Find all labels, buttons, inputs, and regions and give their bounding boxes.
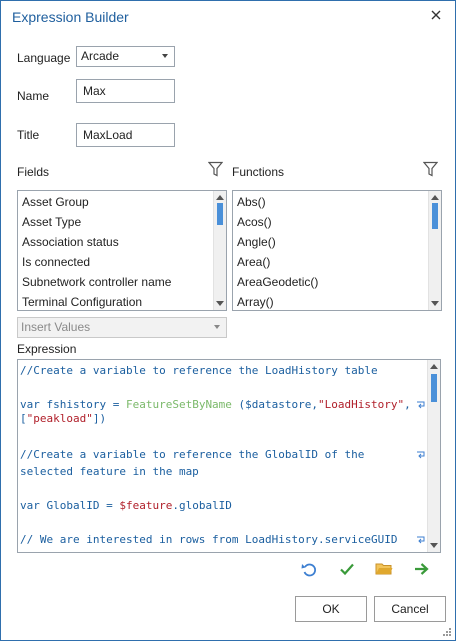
expression-label: Expression xyxy=(17,342,77,356)
code-line: ["peakload"]) xyxy=(20,412,106,426)
list-item[interactable]: Asset Type xyxy=(18,212,226,232)
list-item[interactable]: Acos() xyxy=(233,212,441,232)
scrollbar[interactable] xyxy=(427,360,440,552)
code-token: var GlobalID = xyxy=(20,499,120,512)
scroll-up-icon[interactable] xyxy=(431,195,439,200)
language-value: Arcade xyxy=(81,49,120,63)
scroll-down-icon[interactable] xyxy=(431,301,439,306)
scrollbar-thumb[interactable] xyxy=(432,203,438,229)
scroll-up-icon[interactable] xyxy=(216,195,224,200)
code-line: //Create a variable to reference the Loa… xyxy=(20,364,378,377)
fields-list[interactable]: Asset Group Asset Type Association statu… xyxy=(17,190,227,311)
list-item[interactable]: Association status xyxy=(18,232,226,252)
expression-builder-dialog: Expression Builder Language Arcade Name … xyxy=(0,0,456,641)
code-token: $feature xyxy=(119,499,173,512)
cancel-button[interactable]: Cancel xyxy=(374,596,446,622)
list-item[interactable]: Subnetwork controller name xyxy=(18,272,226,292)
code-token: .globalID xyxy=(172,499,232,512)
code-token: "peakload" xyxy=(26,412,93,425)
insert-values-select: Insert Values xyxy=(17,317,227,338)
scrollbar[interactable] xyxy=(213,191,226,310)
wrap-icon xyxy=(417,536,425,544)
title-label: Title xyxy=(17,128,40,142)
list-item[interactable]: Abs() xyxy=(233,192,441,212)
ok-button[interactable]: OK xyxy=(295,596,367,622)
scroll-down-icon[interactable] xyxy=(430,543,438,548)
functions-list[interactable]: Abs() Acos() Angle() Area() AreaGeodetic… xyxy=(232,190,442,311)
list-item[interactable]: Area() xyxy=(233,252,441,272)
list-item[interactable]: Is connected xyxy=(18,252,226,272)
code-token: ]) xyxy=(92,412,107,425)
name-label: Name xyxy=(17,89,50,103)
expression-editor[interactable]: //Create a variable to reference the Loa… xyxy=(17,359,441,553)
resize-grip-icon[interactable] xyxy=(442,627,452,637)
wrap-icon xyxy=(417,451,425,459)
code-token: var fshistory = xyxy=(20,398,126,411)
language-select[interactable]: Arcade xyxy=(76,46,175,67)
insert-values-label: Insert Values xyxy=(21,320,91,334)
title-field[interactable]: MaxLoad xyxy=(76,123,175,147)
code-line: var GlobalID = $feature.globalID xyxy=(20,499,232,513)
filter-icon[interactable] xyxy=(208,161,223,177)
code-token: [ xyxy=(20,412,27,425)
language-label: Language xyxy=(17,51,71,65)
list-item[interactable]: Angle() xyxy=(233,232,441,252)
wrap-icon xyxy=(417,401,425,409)
name-field[interactable]: Max xyxy=(76,79,175,103)
functions-label: Functions xyxy=(232,165,285,179)
scroll-down-icon[interactable] xyxy=(216,301,224,306)
list-item[interactable]: Terminal Configuration xyxy=(18,292,226,310)
code-line: //Create a variable to reference the Glo… xyxy=(20,448,365,461)
check-icon[interactable] xyxy=(338,560,356,578)
list-item[interactable]: AreaGeodetic() xyxy=(233,272,441,292)
code-token: "LoadHistory" xyxy=(318,398,405,411)
list-item[interactable]: Asset Group xyxy=(18,192,226,212)
close-icon[interactable] xyxy=(427,6,445,24)
folder-icon[interactable] xyxy=(375,560,393,578)
code-line: var fshistory = FeatureSetByName ($datas… xyxy=(20,398,411,412)
chevron-down-icon xyxy=(214,325,220,329)
dialog-title: Expression Builder xyxy=(12,9,129,25)
scrollbar[interactable] xyxy=(428,191,441,310)
scroll-up-icon[interactable] xyxy=(430,364,438,369)
code-token: ($datastore, xyxy=(231,398,319,411)
fields-label: Fields xyxy=(17,165,50,179)
code-token: , xyxy=(404,398,411,411)
scrollbar-thumb[interactable] xyxy=(431,374,437,402)
scrollbar-thumb[interactable] xyxy=(217,203,223,225)
code-line: selected feature in the map xyxy=(20,465,199,478)
code-line: // We are interested in rows from LoadHi… xyxy=(20,533,398,546)
run-icon[interactable] xyxy=(413,560,431,578)
list-item[interactable]: Array() xyxy=(233,292,441,310)
undo-icon[interactable] xyxy=(300,560,318,578)
code-token: FeatureSetByName xyxy=(125,398,232,411)
filter-icon[interactable] xyxy=(423,161,438,177)
chevron-down-icon xyxy=(162,54,168,58)
